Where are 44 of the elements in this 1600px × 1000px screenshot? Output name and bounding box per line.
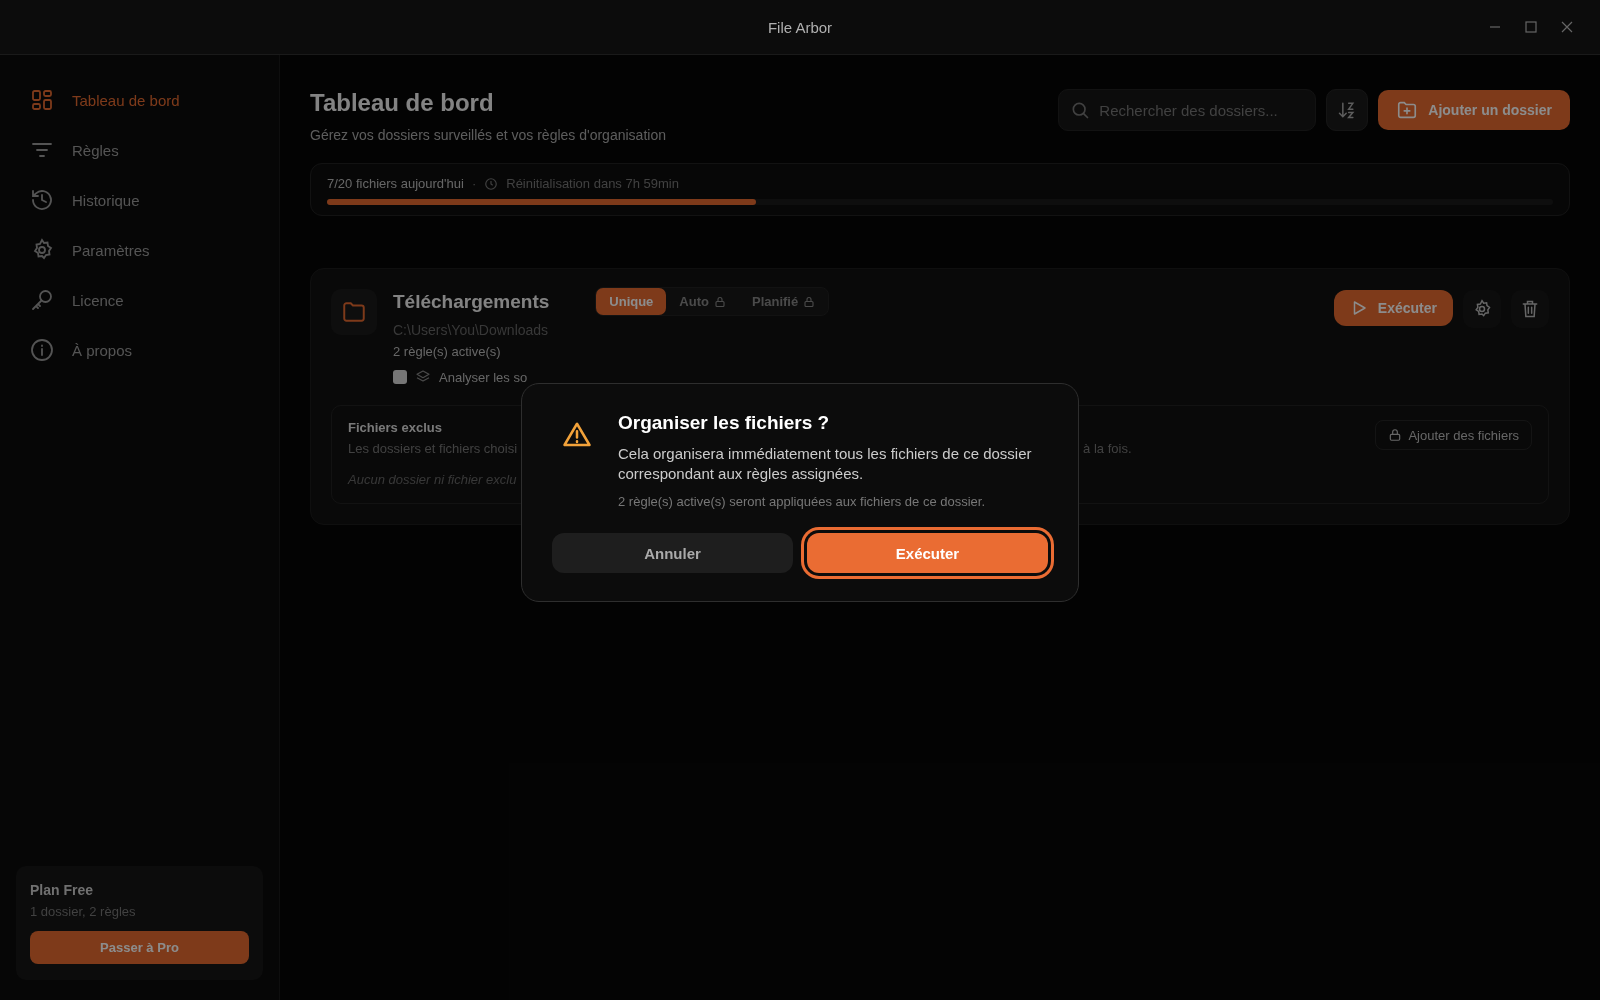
sidebar-item[interactable]: Paramètres <box>16 229 263 271</box>
page-subtitle: Gérez vos dossiers surveillés et vos règles d'organisation <box>310 127 666 143</box>
folder-icon <box>331 289 377 335</box>
dialog-message: Cela organisera immédiatement tous les fichiers de ce dossier correspondant aux règles assignées. <box>618 444 1033 484</box>
rule-count: 2 règle(s) active(s) <box>393 344 502 359</box>
history-icon <box>30 188 54 212</box>
reset-timer: Réinitialisation dans 7h 59min <box>506 176 679 191</box>
cancel-button[interactable]: Annuler <box>552 533 793 573</box>
page-title: Tableau de bord <box>310 89 495 117</box>
dialog-note: 2 règle(s) active(s) seront appliquées aux fichiers de ce dossier. <box>618 494 987 509</box>
subfolder-label: Analyser les so <box>439 369 528 385</box>
run-button[interactable]: Exécuter <box>1333 290 1453 326</box>
quota-count: 7/20 fichiers aujourd'hui <box>327 176 464 191</box>
maximize-icon[interactable] <box>1524 20 1538 34</box>
search-icon <box>1070 100 1091 120</box>
add-folder-button[interactable]: Ajouter un dossier <box>1378 90 1570 130</box>
excluded-title: Fichiers exclus <box>348 420 442 435</box>
folder-plus-icon <box>1396 99 1419 121</box>
subfolder-checkbox[interactable] <box>393 370 407 384</box>
dashboard-icon <box>30 88 54 112</box>
mode-tab[interactable]: Planifié <box>738 288 829 315</box>
mode-tab[interactable]: Unique <box>596 288 667 315</box>
upgrade-button[interactable]: Passer à Pro <box>30 931 249 964</box>
sort-button[interactable] <box>1326 89 1369 131</box>
window-title: File Arbor <box>767 18 833 36</box>
mode-tab[interactable]: Auto <box>666 288 739 315</box>
separator-dot: · <box>471 176 477 191</box>
sidebar-item[interactable]: Règles <box>16 129 263 171</box>
sidebar-item[interactable]: Tableau de bord <box>16 79 263 121</box>
settings-icon <box>1472 299 1492 319</box>
plan-title: Plan Free <box>30 882 95 898</box>
sidebar-item[interactable]: Historique <box>16 179 263 221</box>
excluded-description: Les dossiers et fichiers choisi <box>348 441 518 456</box>
sidebar-item[interactable]: À propos <box>16 329 263 371</box>
add-files-button[interactable]: Ajouter des fichiers <box>1375 420 1532 450</box>
trash-icon <box>1520 299 1540 319</box>
close-icon[interactable] <box>1560 20 1574 34</box>
key-icon <box>30 288 54 312</box>
excluded-description: à la fois. <box>1083 441 1132 456</box>
dialog-title: Organiser les fichiers ? <box>618 412 831 434</box>
info-icon <box>30 338 54 362</box>
sidebar-item[interactable]: Licence <box>16 279 263 321</box>
folder-name: Téléchargements <box>393 290 550 313</box>
clock-icon <box>484 176 499 191</box>
